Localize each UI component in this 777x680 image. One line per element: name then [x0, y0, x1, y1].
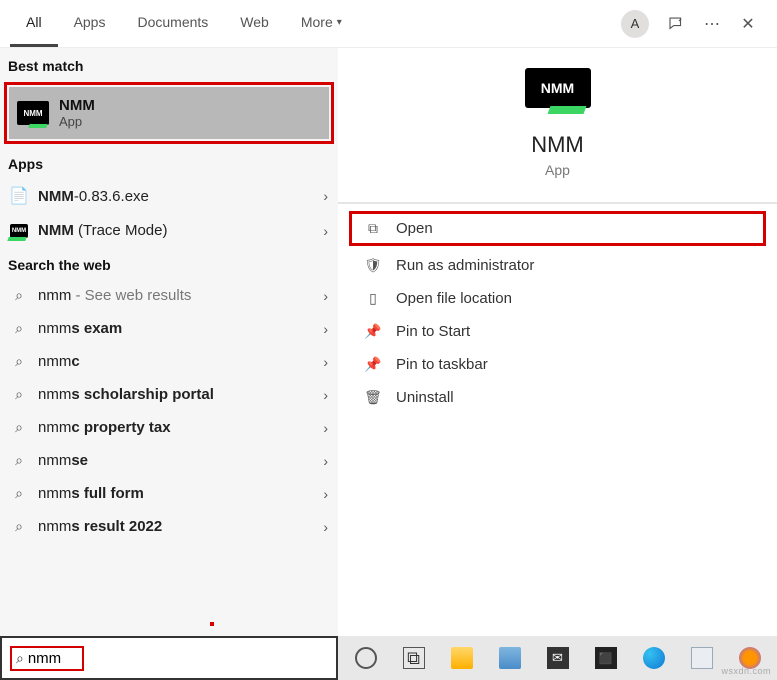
- search-icon: ⌕: [10, 485, 28, 502]
- trash-icon: 🗑: [364, 389, 382, 406]
- details-panel: NMM NMM App ⧉ Open 🛡 Run as administrato…: [338, 48, 777, 636]
- tab-apps[interactable]: Apps: [58, 0, 122, 47]
- web-result-4[interactable]: ⌕nmmc property tax›: [0, 411, 338, 444]
- tab-more[interactable]: More▾: [285, 0, 358, 47]
- exe-icon: 📄: [10, 186, 28, 206]
- tab-web[interactable]: Web: [224, 0, 285, 47]
- search-icon: ⌕: [10, 287, 28, 304]
- action-open[interactable]: ⧉ Open: [350, 212, 765, 245]
- section-best-match: Best match: [0, 48, 338, 80]
- action-pin-to-taskbar[interactable]: 📌 Pin to taskbar: [338, 348, 777, 381]
- more-options-icon[interactable]: ⋯: [703, 15, 721, 33]
- action-open-file-location[interactable]: ▯ Open file location: [338, 282, 777, 315]
- task-view-icon[interactable]: ⧉: [403, 647, 425, 669]
- search-input[interactable]: [28, 650, 78, 667]
- chevron-right-icon: ›: [323, 387, 328, 403]
- chevron-right-icon: ›: [323, 453, 328, 469]
- chevron-right-icon: ›: [323, 354, 328, 370]
- filter-tabs: All Apps Documents Web More▾: [10, 0, 358, 47]
- section-search-web: Search the web: [0, 247, 338, 279]
- pin-icon: 📌: [364, 356, 382, 373]
- web-result-3[interactable]: ⌕nmms scholarship portal›: [0, 378, 338, 411]
- section-apps: Apps: [0, 146, 338, 178]
- web-result-0[interactable]: ⌕nmm - See web results›: [0, 279, 338, 312]
- app-type: App: [545, 162, 570, 178]
- search-icon: ⌕: [10, 452, 28, 469]
- app-result-0[interactable]: 📄 NMM-0.83.6.exe ›: [0, 178, 338, 214]
- search-icon: ⌕: [10, 386, 28, 403]
- tab-all[interactable]: All: [10, 0, 58, 47]
- watermark: wsxdn.com: [721, 666, 771, 676]
- file-explorer-icon[interactable]: [451, 647, 473, 669]
- tab-documents[interactable]: Documents: [121, 0, 224, 47]
- progress-indicator: [210, 622, 214, 626]
- best-match-title: NMM: [59, 97, 95, 114]
- edge-icon[interactable]: [643, 647, 665, 669]
- results-panel: Best match NMM NMM App Apps 📄 NMM-0.83.6…: [0, 48, 338, 636]
- app-result-1[interactable]: NMM NMM (Trace Mode) ›: [0, 214, 338, 247]
- app-shortcut-icon[interactable]: [499, 647, 521, 669]
- action-pin-to-start[interactable]: 📌 Pin to Start: [338, 315, 777, 348]
- app-name: NMM: [531, 132, 584, 158]
- app-logo: NMM: [525, 68, 591, 108]
- taskbar: ⌕ ⧉ ✉ ⬛: [0, 636, 777, 680]
- chevron-right-icon: ›: [323, 519, 328, 535]
- folder-icon: ▯: [364, 290, 382, 307]
- search-icon: ⌕: [10, 518, 28, 535]
- web-result-5[interactable]: ⌕nmmse›: [0, 444, 338, 477]
- search-icon: ⌕: [10, 320, 28, 337]
- shield-icon: 🛡: [364, 257, 382, 274]
- store-icon[interactable]: ⬛: [595, 647, 617, 669]
- search-header: All Apps Documents Web More▾ A ⋯ ✕: [0, 0, 777, 48]
- actions-list: ⧉ Open 🛡 Run as administrator ▯ Open fil…: [338, 203, 777, 422]
- chevron-right-icon: ›: [323, 321, 328, 337]
- action-uninstall[interactable]: 🗑 Uninstall: [338, 381, 777, 414]
- web-result-7[interactable]: ⌕nmms result 2022›: [0, 510, 338, 543]
- open-icon: ⧉: [364, 220, 382, 237]
- best-match-item[interactable]: NMM NMM App: [9, 87, 329, 139]
- feedback-icon[interactable]: [667, 15, 685, 33]
- web-result-1[interactable]: ⌕nmms exam›: [0, 312, 338, 345]
- chevron-right-icon: ›: [323, 288, 328, 304]
- cortana-icon[interactable]: [355, 647, 377, 669]
- chevron-right-icon: ›: [323, 223, 328, 239]
- chevron-right-icon: ›: [323, 486, 328, 502]
- web-result-2[interactable]: ⌕nmmc›: [0, 345, 338, 378]
- action-run-as-admin[interactable]: 🛡 Run as administrator: [338, 249, 777, 282]
- close-icon[interactable]: ✕: [739, 15, 757, 33]
- search-icon: ⌕: [16, 650, 24, 667]
- chevron-down-icon: ▾: [337, 17, 342, 28]
- notepad-icon[interactable]: [691, 647, 713, 669]
- search-icon: ⌕: [10, 419, 28, 436]
- user-avatar[interactable]: A: [621, 10, 649, 38]
- web-result-6[interactable]: ⌕nmms full form›: [0, 477, 338, 510]
- best-match-highlight: NMM NMM App: [4, 82, 334, 144]
- mail-icon[interactable]: ✉: [547, 647, 569, 669]
- search-icon: ⌕: [10, 353, 28, 370]
- best-match-subtitle: App: [59, 114, 95, 129]
- chevron-right-icon: ›: [323, 188, 328, 204]
- nmm-app-icon: NMM: [17, 101, 49, 125]
- chevron-right-icon: ›: [323, 420, 328, 436]
- pin-icon: 📌: [364, 323, 382, 340]
- search-box-container[interactable]: ⌕: [0, 636, 338, 680]
- nmm-app-icon: NMM: [10, 224, 28, 238]
